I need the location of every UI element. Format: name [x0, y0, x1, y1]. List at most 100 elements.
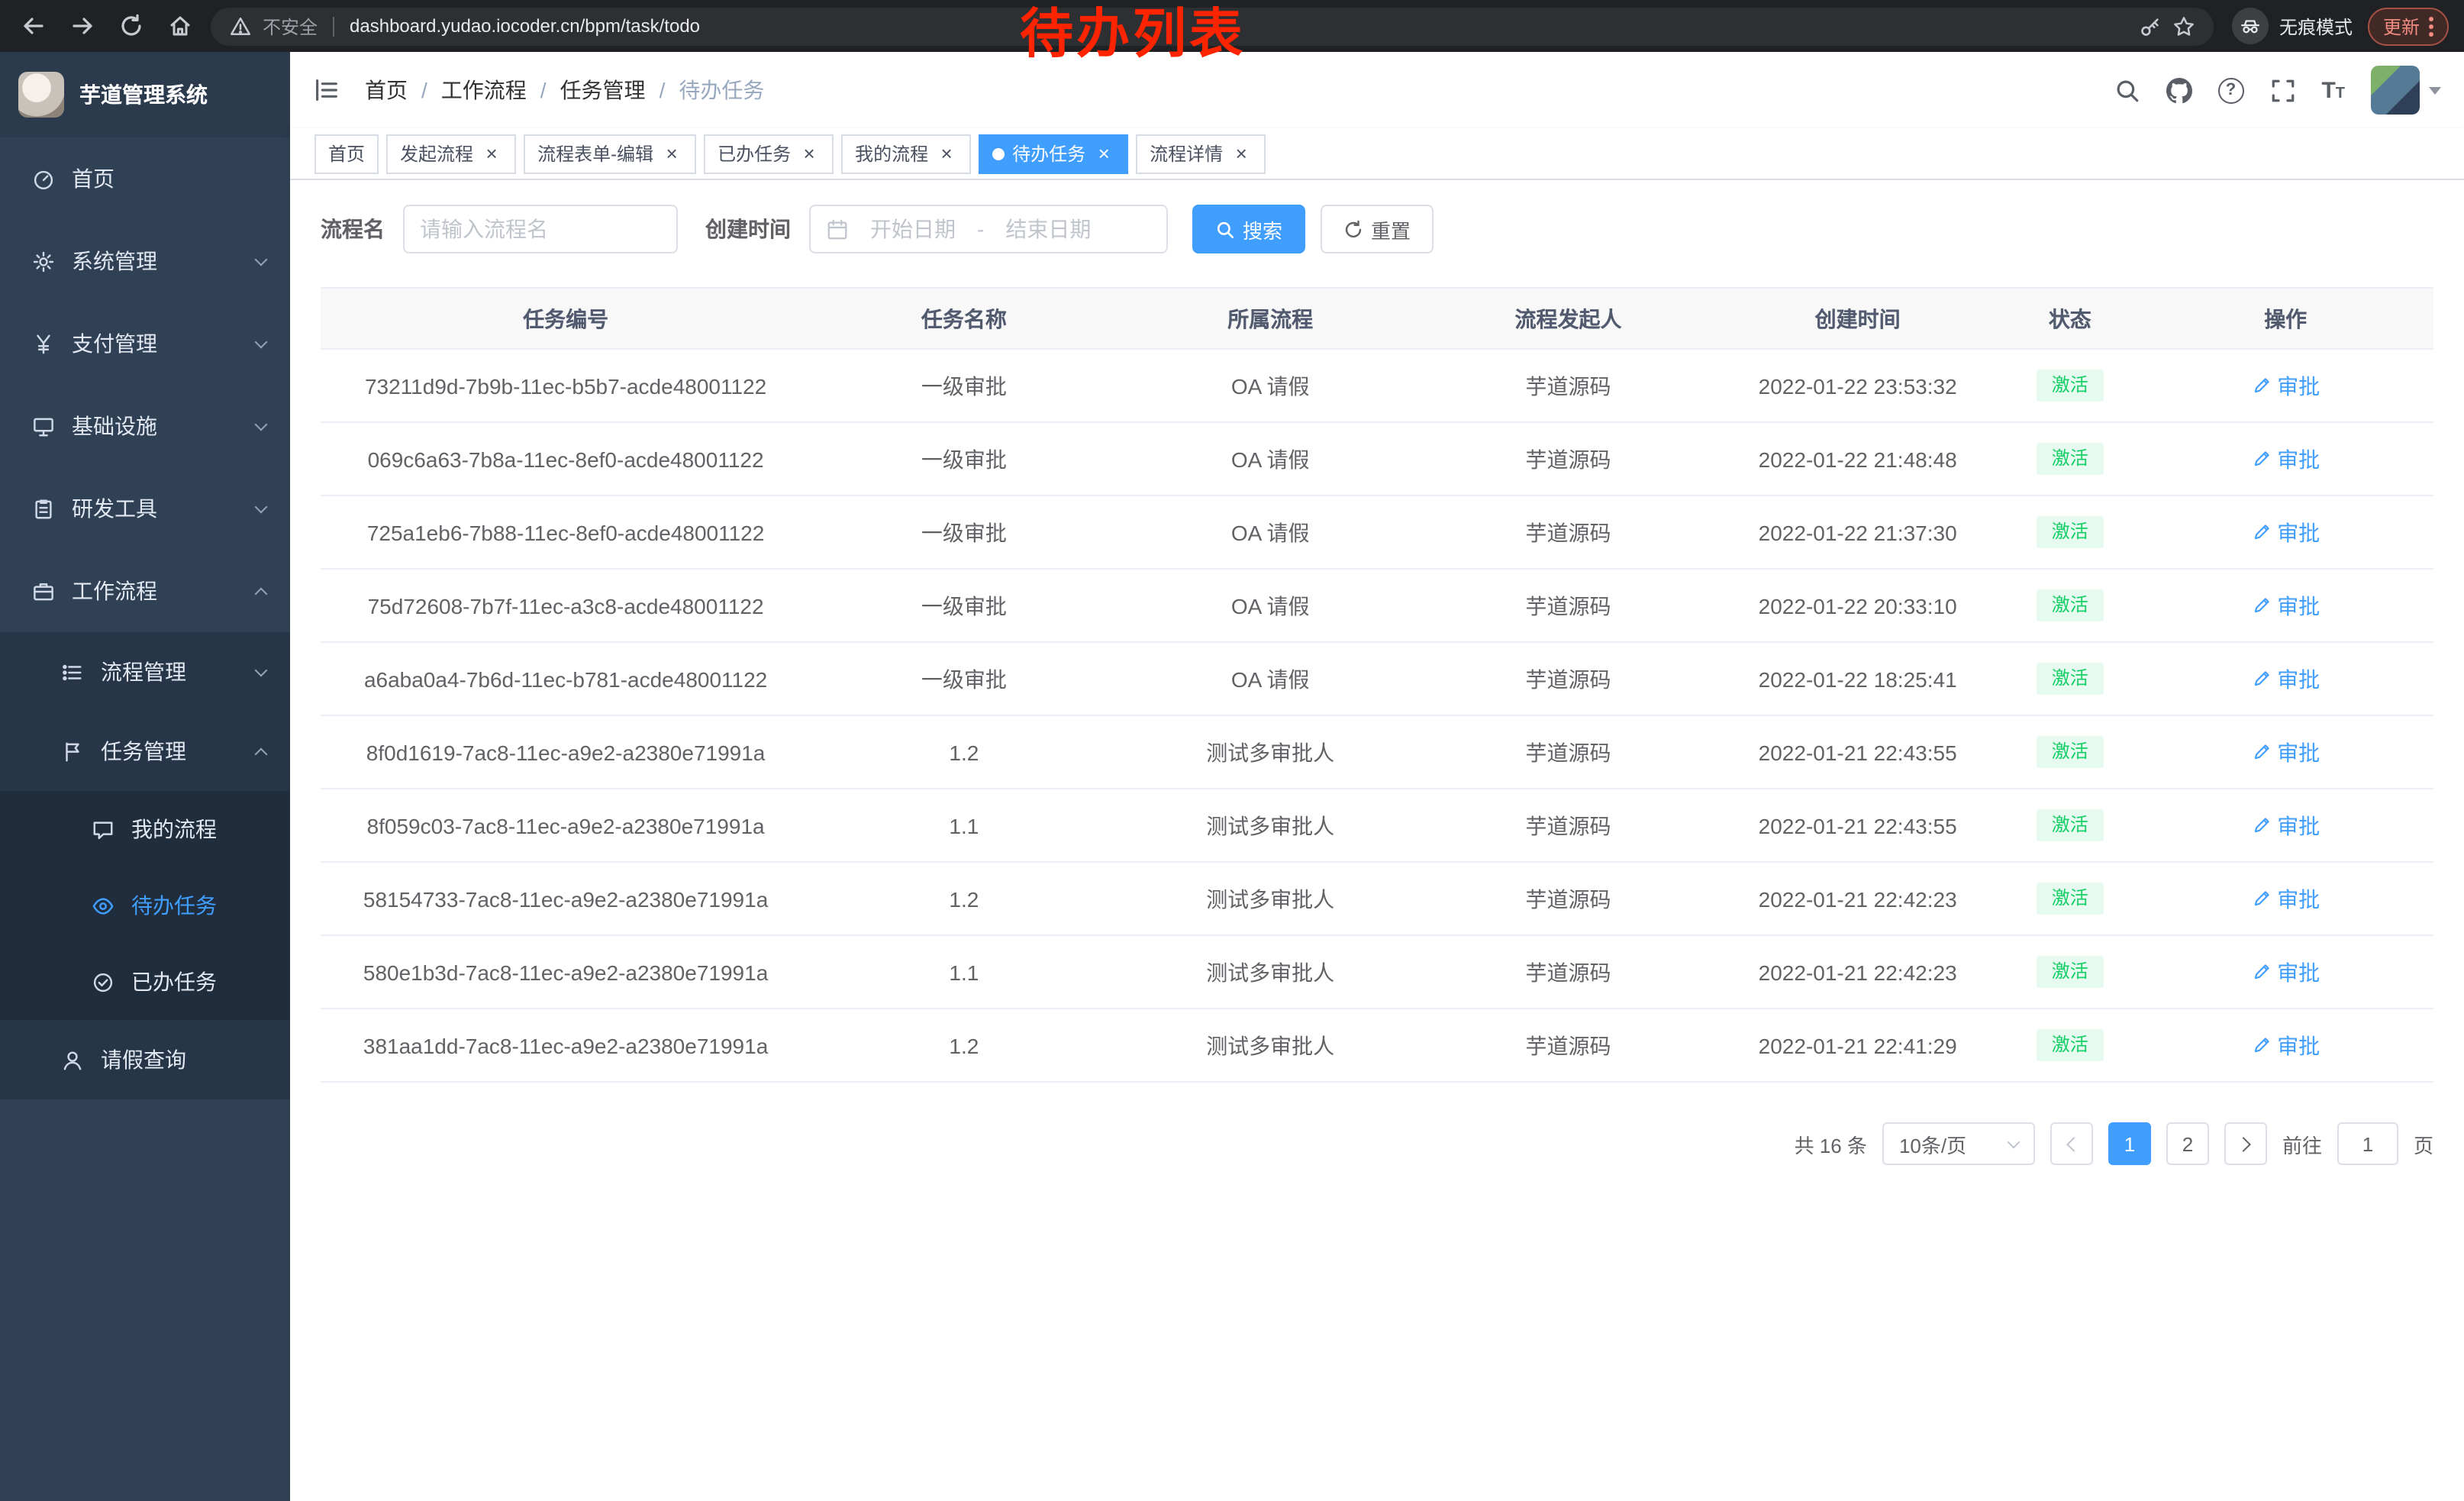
next-page-button[interactable] — [2224, 1122, 2267, 1165]
sidebar-fold-icon[interactable] — [313, 76, 340, 104]
approve-link[interactable]: 审批 — [2251, 957, 2320, 987]
browser-update-button[interactable]: 更新 — [2368, 7, 2449, 45]
task-id-cell: 58154733-7ac8-11ec-a9e2-a2380e71991a — [321, 862, 811, 935]
prev-page-button[interactable] — [2050, 1122, 2093, 1165]
browser-back-icon[interactable] — [15, 8, 52, 44]
browser-menu-icon[interactable] — [2429, 16, 2433, 36]
tab-process-detail[interactable]: 流程详情× — [1136, 134, 1266, 173]
bookmark-star-icon[interactable] — [2172, 15, 2195, 37]
approve-link[interactable]: 审批 — [2251, 590, 2320, 621]
actions-cell: 审批 — [2137, 569, 2433, 642]
status-cell: 激活 — [2002, 1009, 2137, 1082]
security-label[interactable]: 不安全 — [263, 13, 318, 39]
sidebar-item-infra[interactable]: 基础设施 — [0, 385, 290, 467]
end-date-input[interactable] — [993, 217, 1103, 241]
task-id-cell: 8f0d1619-7ac8-11ec-a9e2-a2380e71991a — [321, 715, 811, 789]
browser-refresh-icon[interactable] — [113, 8, 150, 44]
tab-close-icon[interactable]: × — [661, 143, 682, 164]
date-range-picker[interactable]: - — [809, 205, 1168, 253]
breadcrumb: 首页 / 工作流程 / 任务管理 / 待办任务 — [365, 75, 764, 105]
edit-icon — [2251, 669, 2271, 689]
sidebar-item-devtools[interactable]: 研发工具 — [0, 467, 290, 550]
tab-close-icon[interactable]: × — [1093, 143, 1114, 164]
tab-close-icon[interactable]: × — [798, 143, 820, 164]
tab-close-icon[interactable]: × — [936, 143, 957, 164]
start-date-input[interactable] — [858, 217, 968, 241]
approve-link[interactable]: 审批 — [2251, 737, 2320, 767]
approve-link[interactable]: 审批 — [2251, 883, 2320, 914]
sidebar: 芋道管理系统 首页 系统管理 支付管理 — [0, 52, 290, 1501]
refresh-icon — [1343, 219, 1363, 239]
status-cell: 激活 — [2002, 642, 2137, 715]
top-navbar: 首页 / 工作流程 / 任务管理 / 待办任务 ? TT — [290, 52, 2464, 128]
user-menu[interactable] — [2371, 66, 2441, 115]
initiator-cell: 芋道源码 — [1424, 862, 1713, 935]
process-cell: OA 请假 — [1118, 349, 1424, 422]
font-size-icon[interactable]: TT — [2321, 77, 2345, 103]
avatar[interactable] — [2371, 66, 2420, 115]
approve-link[interactable]: 审批 — [2251, 1030, 2320, 1060]
sidebar-item-task-management[interactable]: 任务管理 — [0, 712, 290, 791]
actions-cell: 审批 — [2137, 789, 2433, 862]
sidebar-item-process-management[interactable]: 流程管理 — [0, 632, 290, 712]
approve-link[interactable]: 审批 — [2251, 370, 2320, 401]
password-key-icon[interactable] — [2139, 15, 2162, 37]
tab-my-process[interactable]: 我的流程× — [841, 134, 971, 173]
incognito-icon — [2232, 8, 2269, 44]
address-divider — [333, 16, 334, 36]
address-bar[interactable]: 不安全 dashboard.yudao.iocoder.cn/bpm/task/… — [211, 7, 2214, 45]
tab-close-icon[interactable]: × — [481, 143, 502, 164]
process-name-input[interactable] — [420, 217, 661, 241]
breadcrumb-home[interactable]: 首页 — [365, 75, 408, 105]
breadcrumb-task-management[interactable]: 任务管理 — [560, 75, 646, 105]
sidebar-item-my-process[interactable]: 我的流程 — [0, 791, 290, 867]
approve-link[interactable]: 审批 — [2251, 517, 2320, 547]
tab-todo-task[interactable]: 待办任务× — [979, 134, 1128, 173]
incognito-indicator[interactable]: 无痕模式 — [2232, 8, 2353, 44]
tab-home[interactable]: 首页 — [314, 134, 379, 173]
edit-icon — [2251, 522, 2271, 542]
tab-done-task[interactable]: 已办任务× — [704, 134, 834, 173]
page-button-2[interactable]: 2 — [2166, 1122, 2209, 1165]
chevron-down-icon — [255, 253, 268, 266]
monitor-icon — [32, 415, 55, 437]
goto-page-input[interactable] — [2337, 1122, 2398, 1165]
browser-home-icon[interactable] — [162, 8, 198, 44]
github-icon[interactable] — [2166, 77, 2191, 103]
task-id-cell: 580e1b3d-7ac8-11ec-a9e2-a2380e71991a — [321, 935, 811, 1009]
status-badge: 激活 — [2037, 444, 2104, 475]
browser-forward-icon[interactable] — [64, 8, 101, 44]
chevron-down-icon — [255, 335, 268, 348]
table-row: 8f059c03-7ac8-11ec-a9e2-a2380e71991a 1.1… — [321, 789, 2433, 862]
tab-form-edit[interactable]: 流程表单-编辑× — [524, 134, 696, 173]
sidebar-item-system[interactable]: 系统管理 — [0, 220, 290, 302]
sidebar-item-done-task[interactable]: 已办任务 — [0, 944, 290, 1020]
sidebar-item-todo-task[interactable]: 待办任务 — [0, 867, 290, 944]
search-button[interactable]: 搜索 — [1192, 205, 1305, 253]
created-cell: 2022-01-21 22:42:23 — [1713, 935, 2002, 1009]
status-badge: 激活 — [2037, 883, 2104, 915]
approve-link[interactable]: 审批 — [2251, 663, 2320, 694]
tab-start-process[interactable]: 发起流程× — [386, 134, 516, 173]
tab-close-icon[interactable]: × — [1230, 143, 1252, 164]
sidebar-item-home[interactable]: 首页 — [0, 137, 290, 220]
browser-toolbar: 不安全 dashboard.yudao.iocoder.cn/bpm/task/… — [0, 0, 2464, 52]
page-button-1[interactable]: 1 — [2108, 1122, 2151, 1165]
calendar-icon — [826, 218, 849, 240]
status-cell: 激活 — [2002, 422, 2137, 495]
search-icon[interactable] — [2114, 77, 2140, 103]
sidebar-item-workflow[interactable]: 工作流程 — [0, 550, 290, 632]
approve-link[interactable]: 审批 — [2251, 810, 2320, 841]
initiator-cell: 芋道源码 — [1424, 569, 1713, 642]
approve-link[interactable]: 审批 — [2251, 444, 2320, 474]
sidebar-item-leave-query[interactable]: 请假查询 — [0, 1020, 290, 1099]
breadcrumb-workflow[interactable]: 工作流程 — [441, 75, 527, 105]
help-icon[interactable]: ? — [2217, 77, 2243, 103]
sidebar-item-payment[interactable]: 支付管理 — [0, 302, 290, 385]
reset-button[interactable]: 重置 — [1321, 205, 1434, 253]
actions-cell: 审批 — [2137, 495, 2433, 569]
active-tab-dot — [992, 147, 1005, 160]
status-cell: 激活 — [2002, 349, 2137, 422]
page-size-select[interactable]: 10条/页 — [1882, 1122, 2035, 1165]
fullscreen-icon[interactable] — [2269, 77, 2295, 103]
